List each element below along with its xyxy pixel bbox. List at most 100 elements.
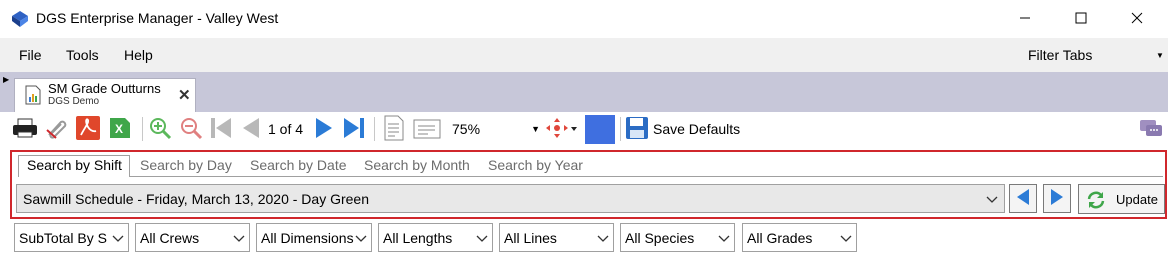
toolbar-separator [142, 117, 143, 141]
zoom-in-button[interactable] [147, 116, 173, 142]
chevron-down-icon [476, 231, 488, 247]
title-bar: DGS Enterprise Manager - Valley West [0, 0, 1168, 38]
tab-search-by-shift[interactable]: Search by Shift [18, 155, 130, 177]
next-page-icon [312, 116, 336, 143]
schedule-select[interactable]: Sawmill Schedule - Friday, March 13, 202… [16, 184, 1005, 213]
print-button[interactable] [12, 116, 38, 142]
page-indicator: 1 of 4 [268, 121, 304, 137]
menu-bar: File Tools Help Filter Tabs ▼ [0, 38, 1168, 72]
lengths-select[interactable]: All Lengths [378, 223, 493, 252]
previous-page-icon [239, 116, 263, 143]
search-panel: Search by Shift Search by Day Search by … [10, 150, 1167, 219]
last-page-icon [342, 116, 366, 143]
species-select[interactable]: All Species [620, 223, 735, 252]
close-icon [1131, 11, 1143, 27]
page-width-button[interactable] [413, 116, 441, 142]
page-width-icon [413, 117, 441, 142]
species-value: All Species [625, 230, 695, 246]
tab-title: SM Grade Outturns [48, 81, 161, 96]
first-page-button[interactable] [208, 116, 234, 142]
menu-help[interactable]: Help [124, 47, 153, 63]
chevron-down-icon [355, 231, 367, 247]
move-arrows-icon [545, 116, 577, 143]
chat-icon [1138, 116, 1164, 143]
zoom-out-icon [179, 116, 203, 143]
lines-value: All Lines [504, 230, 557, 246]
maximize-icon [1075, 11, 1087, 27]
chevron-down-icon [986, 192, 998, 208]
dimensions-select[interactable]: All Dimensions [256, 223, 372, 252]
tab-search-by-date[interactable]: Search by Date [250, 157, 347, 173]
report-icon [25, 85, 41, 105]
minimize-icon [1019, 11, 1031, 27]
document-icon [382, 115, 406, 144]
zoom-select[interactable]: 75% ▼ [448, 117, 544, 141]
subtotal-select[interactable]: SubTotal By S [14, 223, 129, 252]
save-defaults-button[interactable]: Save Defaults [653, 121, 740, 137]
arrow-right-icon [1049, 188, 1065, 209]
chevron-down-icon: ▼ [531, 124, 540, 134]
menu-file[interactable]: File [19, 47, 42, 63]
tab-subtitle: DGS Demo [48, 96, 100, 107]
window-title: DGS Enterprise Manager - Valley West [36, 10, 279, 26]
zoom-value: 75% [452, 121, 481, 137]
update-button[interactable]: Update [1078, 184, 1165, 214]
chevron-down-icon [597, 231, 609, 247]
tab-search-by-year[interactable]: Search by Year [488, 157, 583, 173]
toolbar-separator [374, 117, 375, 141]
maximize-button[interactable] [1058, 0, 1104, 38]
crews-value: All Crews [140, 230, 200, 246]
filter-tabs-menu[interactable]: Filter Tabs [1028, 47, 1092, 63]
chevron-down-icon [718, 231, 730, 247]
tab-search-by-month[interactable]: Search by Month [364, 157, 470, 173]
subtotal-value: SubTotal By S [19, 230, 107, 246]
menu-tools[interactable]: Tools [66, 47, 99, 63]
export-excel-button[interactable]: X [107, 116, 133, 142]
close-window-button[interactable] [1114, 0, 1160, 38]
update-label: Update [1116, 192, 1158, 207]
color-swatch-button[interactable] [585, 115, 615, 144]
arrow-left-icon [1015, 188, 1031, 209]
attach-button[interactable] [43, 116, 69, 142]
close-tab-icon[interactable]: ✕ [178, 86, 191, 104]
grades-select[interactable]: All Grades [742, 223, 857, 252]
previous-shift-button[interactable] [1009, 184, 1037, 213]
svg-text:X: X [115, 122, 123, 136]
grades-value: All Grades [747, 230, 813, 246]
chat-button[interactable] [1138, 116, 1164, 142]
pdf-icon [75, 115, 101, 144]
zoom-in-icon [148, 116, 172, 143]
report-toolbar [0, 112, 1168, 148]
paperclip-icon [44, 116, 68, 143]
chevron-down-icon [112, 231, 124, 247]
schedule-value: Sawmill Schedule - Friday, March 13, 202… [23, 191, 369, 207]
app-logo-icon [10, 10, 30, 28]
dimensions-value: All Dimensions [261, 230, 354, 246]
lines-select[interactable]: All Lines [499, 223, 614, 252]
export-pdf-button[interactable] [75, 115, 101, 144]
page-setup-button[interactable] [381, 115, 407, 144]
toolbar-separator [620, 117, 621, 141]
floppy-disk-icon [625, 116, 649, 143]
chevron-down-icon[interactable]: ▼ [1156, 51, 1164, 60]
excel-icon: X [107, 115, 133, 144]
tab-search-by-day[interactable]: Search by Day [140, 157, 232, 173]
crews-select[interactable]: All Crews [135, 223, 250, 252]
previous-page-button[interactable] [238, 116, 264, 142]
tab-sm-grade-outturns[interactable]: SM Grade Outturns DGS Demo ✕ [14, 78, 196, 112]
tab-divider [18, 176, 1163, 177]
refresh-icon [1085, 190, 1107, 213]
last-page-button[interactable] [341, 116, 367, 142]
first-page-icon [209, 116, 233, 143]
pan-button[interactable] [545, 116, 577, 143]
printer-icon [12, 117, 38, 142]
save-defaults-icon-button[interactable] [624, 116, 650, 142]
next-page-button[interactable] [311, 116, 337, 142]
chevron-down-icon [840, 231, 852, 247]
chevron-down-icon [233, 231, 245, 247]
lengths-value: All Lengths [383, 230, 453, 246]
side-panel-arrow-icon[interactable]: ▶ [3, 75, 9, 84]
zoom-out-button[interactable] [178, 116, 204, 142]
minimize-button[interactable] [1002, 0, 1048, 38]
next-shift-button[interactable] [1043, 184, 1071, 213]
